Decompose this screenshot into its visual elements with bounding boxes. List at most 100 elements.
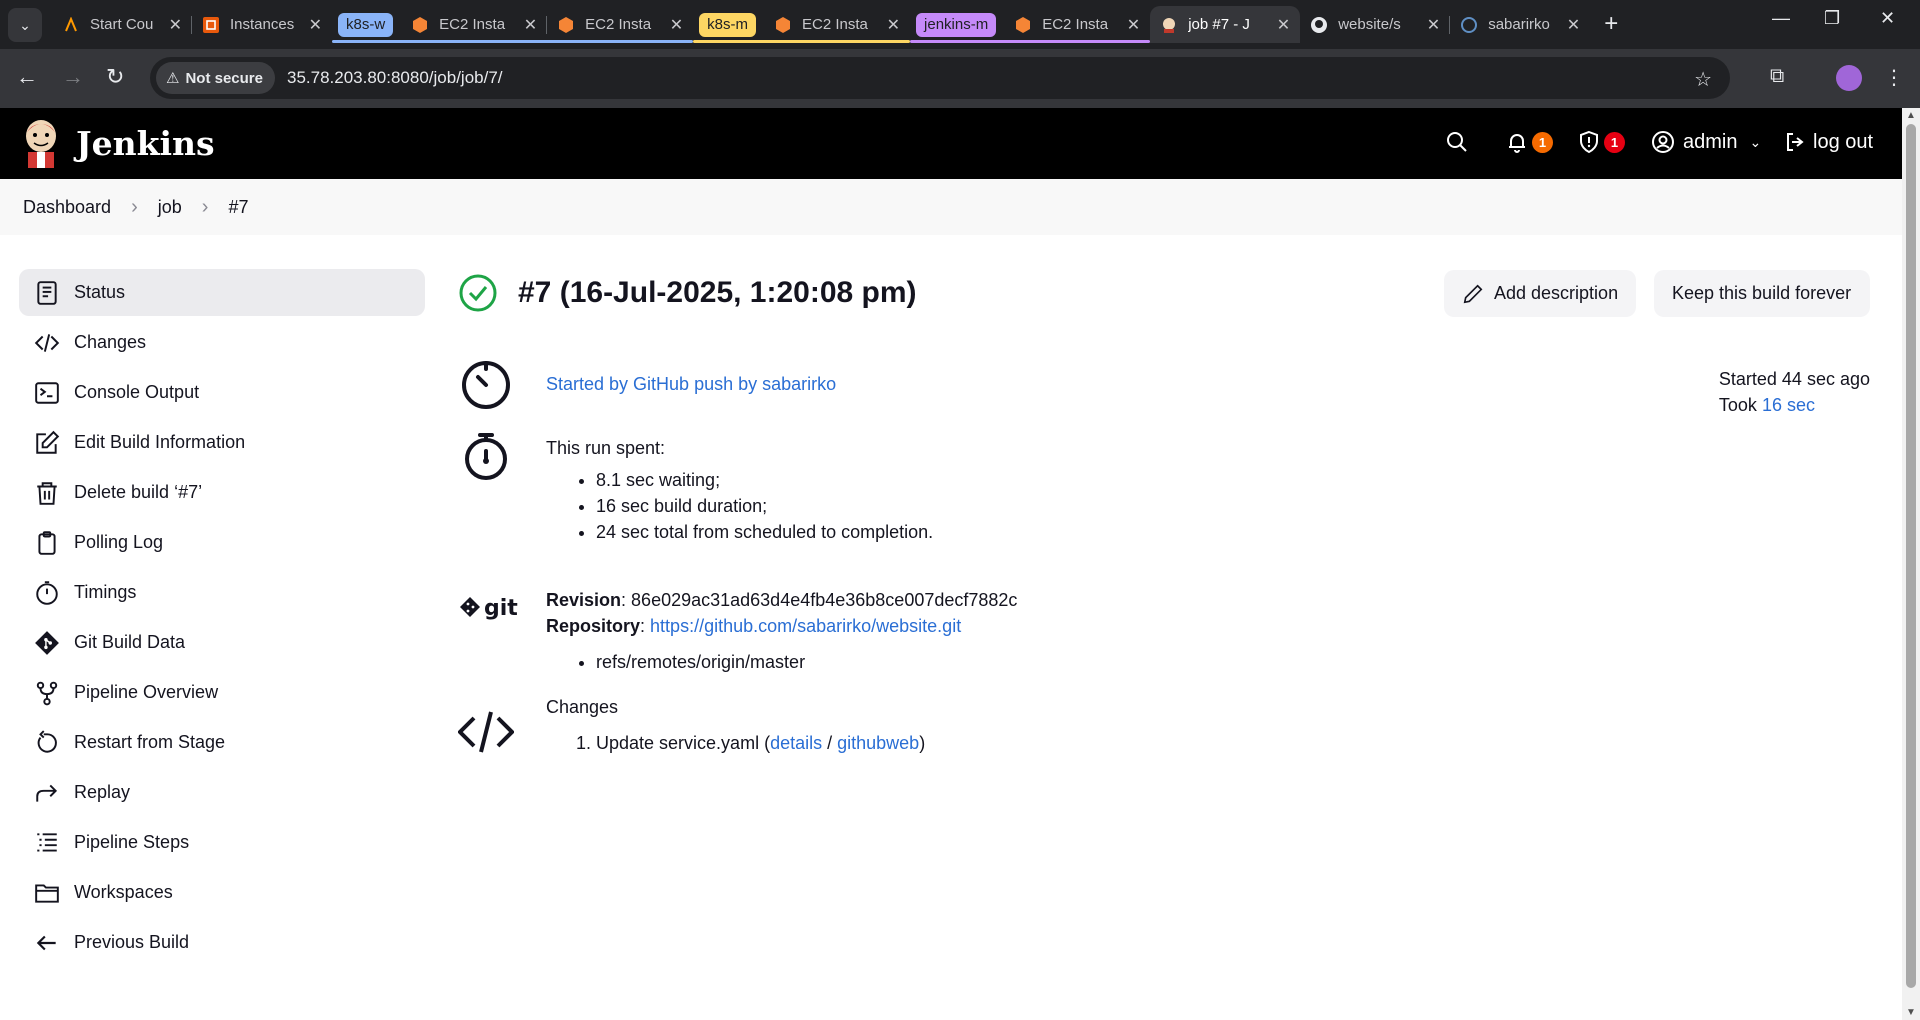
user-menu[interactable]: admin ⌄ [1651, 130, 1761, 154]
logout-link[interactable]: log out [1783, 130, 1873, 154]
tab[interactable]: website/s ✕ [1300, 6, 1451, 43]
close-icon[interactable]: ✕ [1127, 15, 1140, 35]
minimize-icon[interactable]: — [1772, 8, 1790, 29]
breadcrumb-build[interactable]: #7 [228, 197, 248, 218]
code-icon [32, 328, 62, 358]
scroll-up-icon[interactable]: ▲ [1906, 110, 1916, 121]
close-icon[interactable]: ✕ [1567, 15, 1580, 35]
new-tab-button[interactable]: + [1604, 10, 1618, 49]
jenkins-logo[interactable]: Jenkins [22, 118, 215, 168]
page-title: #7 (16-Jul-2025, 1:20:08 pm) [518, 276, 917, 309]
security-chip[interactable]: ⚠ Not secure [156, 62, 275, 94]
ec2-icon [411, 16, 429, 34]
tab[interactable]: EC2 Insta ✕ [401, 6, 548, 43]
jenkins-icon [1160, 16, 1178, 34]
sidebar-item-replay[interactable]: Replay [19, 769, 425, 816]
pencil-icon [1463, 284, 1483, 303]
tab-group-chip[interactable]: jenkins-m [916, 12, 997, 37]
sidebar-item-workspaces[interactable]: Workspaces [19, 869, 425, 916]
tab-search-button[interactable]: ⌄ [8, 8, 42, 42]
url-text[interactable]: 35.78.203.80:8080/job/job/7/ [287, 68, 503, 88]
main-content: #7 (16-Jul-2025, 1:20:08 pm) Add descrip… [458, 269, 1870, 753]
menu-icon[interactable]: ⋮ [1884, 65, 1904, 90]
security-label: Not secure [185, 69, 263, 87]
tab-title: Instances [230, 16, 295, 33]
back-icon[interactable]: ← [16, 65, 38, 89]
keep-build-forever-button[interactable]: Keep this build forever [1654, 270, 1870, 317]
search-icon[interactable] [1445, 130, 1469, 154]
breadcrumb-dashboard[interactable]: Dashboard [23, 197, 111, 218]
took-duration-link[interactable]: 16 sec [1762, 395, 1815, 415]
close-icon[interactable]: ✕ [1427, 15, 1440, 35]
ec2-icon [557, 16, 575, 34]
profile-avatar[interactable] [1836, 65, 1862, 91]
sidebar-item-edit-build-information[interactable]: Edit Build Information [19, 419, 425, 466]
bookmark-star-icon[interactable]: ☆ [1694, 67, 1712, 92]
tab[interactable]: sabarirko ✕ [1450, 6, 1590, 43]
tab-group-jenkins-m: jenkins-m EC2 Insta ✕ [910, 6, 1151, 43]
tab[interactable]: EC2 Insta ✕ [764, 6, 910, 43]
run-spent-label: This run spent: [546, 438, 666, 458]
restore-icon[interactable]: ❐ [1824, 8, 1840, 29]
extensions-icon[interactable]: ⧉ [1770, 65, 1784, 88]
sidebar-item-status[interactable]: Status [19, 269, 425, 316]
close-icon[interactable]: ✕ [670, 15, 683, 35]
close-icon[interactable]: ✕ [169, 15, 182, 35]
reload-icon[interactable]: ↻ [106, 65, 124, 89]
sidebar-item-polling-log[interactable]: Polling Log [19, 519, 425, 566]
sidebar-item-previous-build[interactable]: Previous Build [19, 919, 425, 966]
breadcrumb-job[interactable]: job [158, 197, 182, 218]
close-icon[interactable]: ✕ [1277, 15, 1290, 35]
scrollbar-thumb[interactable] [1906, 124, 1916, 988]
sidebar-item-label: Edit Build Information [74, 432, 246, 452]
sidebar-item-timings[interactable]: Timings [19, 569, 425, 616]
jenkins-header: Jenkins 1 1 admin ⌄ log out [0, 108, 1902, 179]
add-description-button[interactable]: Add description [1444, 270, 1637, 317]
sidebar-item-label: Delete build ‘#7’ [74, 482, 203, 502]
sidebar: Status Changes Console Output Edit Build… [19, 269, 425, 969]
success-check-icon [459, 274, 497, 312]
code-icon [458, 711, 514, 753]
sidebar-item-restart-from-stage[interactable]: Restart from Stage [19, 719, 425, 766]
close-icon[interactable]: ✕ [309, 15, 322, 35]
address-bar[interactable]: ⚠ Not secure 35.78.203.80:8080/job/job/7… [150, 57, 1730, 99]
close-icon[interactable]: ✕ [887, 15, 900, 35]
sidebar-item-console-output[interactable]: Console Output [19, 369, 425, 416]
change-details-link[interactable]: details [770, 733, 822, 753]
tab-group-chip[interactable]: k8s-m [699, 12, 757, 37]
tab[interactable]: EC2 Insta ✕ [1004, 6, 1150, 43]
sidebar-item-changes[interactable]: Changes [19, 319, 425, 366]
tab[interactable]: Start Cou ✕ [52, 6, 192, 43]
build-cause-link[interactable]: Started by GitHub push by sabarirko [546, 374, 836, 394]
revision-label: Revision [546, 590, 622, 610]
jenkins-butler-icon [26, 120, 56, 168]
tab-active[interactable]: job #7 - J ✕ [1150, 6, 1301, 43]
scroll-down-icon[interactable]: ▼ [1906, 1007, 1916, 1018]
sidebar-item-pipeline-steps[interactable]: Pipeline Steps [19, 819, 425, 866]
close-icon[interactable]: ✕ [524, 15, 537, 35]
edit-icon [32, 428, 62, 458]
replay-icon [32, 778, 62, 808]
list-item: refs/remotes/origin/master [596, 649, 1017, 675]
tab[interactable]: Instances ✕ [192, 6, 332, 43]
forward-icon[interactable]: → [62, 65, 84, 89]
tab-title: EC2 Insta [439, 16, 506, 33]
change-githubweb-link[interactable]: githubweb [837, 733, 919, 753]
tab[interactable]: EC2 Insta ✕ [547, 6, 693, 43]
took-label: Took [1718, 395, 1757, 415]
branch-list: refs/remotes/origin/master [596, 649, 1017, 675]
sidebar-item-git-build-data[interactable]: Git Build Data [19, 619, 425, 666]
tab-title: sabarirko [1488, 16, 1550, 33]
tab-group-chip[interactable]: k8s-w [338, 12, 394, 37]
security-button[interactable]: 1 [1577, 130, 1625, 154]
list-item: 24 sec total from scheduled to completio… [596, 519, 933, 545]
page-scrollbar[interactable]: ▲ ▼ [1902, 108, 1920, 1020]
sidebar-item-label: Status [74, 282, 126, 302]
close-window-icon[interactable]: ✕ [1880, 8, 1895, 29]
repository-link[interactable]: https://github.com/sabarirko/website.git [650, 616, 961, 636]
aws-icon [62, 16, 80, 34]
sidebar-item-pipeline-overview[interactable]: Pipeline Overview [19, 669, 425, 716]
sidebar-item-label: Console Output [74, 382, 200, 402]
notifications-button[interactable]: 1 [1505, 130, 1553, 154]
sidebar-item-delete-build[interactable]: Delete build ‘#7’ [19, 469, 425, 516]
